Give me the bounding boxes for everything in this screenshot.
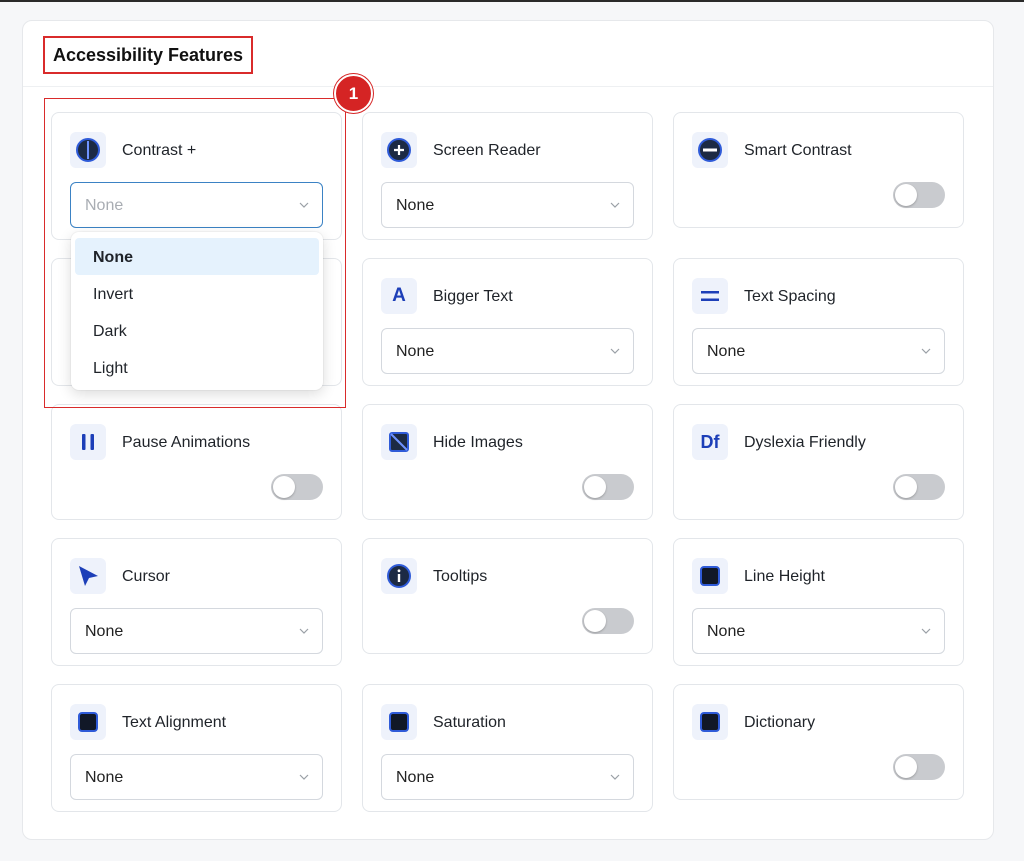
card-pause-animations: Pause Animations — [51, 404, 342, 520]
card-saturation: Saturation None — [362, 684, 653, 812]
panel-header: Accessibility Features — [23, 21, 993, 87]
bigger-text-glyph: A — [392, 285, 406, 306]
bigger-text-select[interactable]: None — [381, 328, 634, 374]
card-cursor: Cursor None — [51, 538, 342, 666]
card-label: Hide Images — [433, 434, 523, 451]
card-label: Tooltips — [433, 568, 488, 585]
smart-contrast-toggle[interactable] — [893, 182, 945, 208]
card-line-height: Line Height None — [673, 538, 964, 666]
card-label: Text Spacing — [744, 288, 836, 305]
card-text-alignment: Text Alignment None — [51, 684, 342, 812]
card-label: Pause Animations — [122, 434, 251, 451]
window-top-border — [0, 0, 1024, 2]
card-label: Text Alignment — [122, 714, 227, 731]
toggle-knob — [584, 476, 606, 498]
card-label: Cursor — [122, 568, 171, 585]
text-spacing-select[interactable]: None — [692, 328, 945, 374]
toggle-knob — [273, 476, 295, 498]
dyslexia-friendly-toggle[interactable] — [893, 474, 945, 500]
cursor-icon — [70, 558, 106, 594]
cursor-select[interactable]: None — [70, 608, 323, 654]
select-value: None — [396, 769, 435, 786]
card-dictionary: Dictionary — [673, 684, 964, 800]
card-bigger-text: A Bigger Text None — [362, 258, 653, 386]
chevron-down-icon — [921, 628, 931, 634]
pause-icon — [70, 424, 106, 460]
tooltips-toggle[interactable] — [582, 608, 634, 634]
card-label: Saturation — [433, 714, 506, 731]
screen-reader-icon — [381, 132, 417, 168]
select-value: None — [396, 197, 435, 214]
card-screen-reader: Screen Reader None — [362, 112, 653, 240]
toggle-knob — [895, 756, 917, 778]
card-dyslexia-friendly: Df Dyslexia Friendly — [673, 404, 964, 520]
chevron-down-icon — [299, 774, 309, 780]
chevron-down-icon — [610, 774, 620, 780]
card-text-spacing: Text Spacing None — [673, 258, 964, 386]
line-height-select[interactable]: None — [692, 608, 945, 654]
dictionary-icon — [692, 704, 728, 740]
title-annotation-box: Accessibility Features — [43, 36, 253, 74]
select-value: None — [85, 623, 124, 640]
text-alignment-select[interactable]: None — [70, 754, 323, 800]
saturation-select[interactable]: None — [381, 754, 634, 800]
toggle-knob — [584, 610, 606, 632]
card-label: Screen Reader — [433, 142, 541, 159]
select-value: None — [707, 623, 746, 640]
chevron-down-icon — [610, 348, 620, 354]
card-smart-contrast: Smart Contrast — [673, 112, 964, 228]
pause-animations-toggle[interactable] — [271, 474, 323, 500]
card-hide-images: Hide Images — [362, 404, 653, 520]
chevron-down-icon — [921, 348, 931, 354]
chevron-down-icon — [610, 202, 620, 208]
panel-title: Accessibility Features — [52, 44, 244, 65]
card-label: Smart Contrast — [744, 142, 852, 159]
chevron-down-icon — [299, 628, 309, 634]
dyslexia-glyph: Df — [700, 431, 720, 452]
info-icon — [381, 558, 417, 594]
card-tooltips: Tooltips — [362, 538, 653, 654]
saturation-icon — [381, 704, 417, 740]
card-label: Dictionary — [744, 714, 816, 731]
dyslexia-icon: Df — [692, 424, 728, 460]
select-value: None — [707, 343, 746, 360]
card-label: Bigger Text — [433, 288, 513, 305]
hide-images-icon — [381, 424, 417, 460]
toggle-knob — [895, 476, 917, 498]
text-spacing-icon — [692, 278, 728, 314]
card-label: Dyslexia Friendly — [744, 434, 866, 451]
text-alignment-icon — [70, 704, 106, 740]
dictionary-toggle[interactable] — [893, 754, 945, 780]
bigger-text-icon: A — [381, 278, 417, 314]
smart-contrast-icon — [692, 132, 728, 168]
select-value: None — [396, 343, 435, 360]
line-height-icon — [692, 558, 728, 594]
select-value: None — [85, 769, 124, 786]
hide-images-toggle[interactable] — [582, 474, 634, 500]
toggle-knob — [895, 184, 917, 206]
screen-reader-select[interactable]: None — [381, 182, 634, 228]
annotation-highlight-box — [44, 98, 346, 408]
annotation-badge: 1 — [334, 74, 373, 113]
card-label: Line Height — [744, 568, 825, 585]
